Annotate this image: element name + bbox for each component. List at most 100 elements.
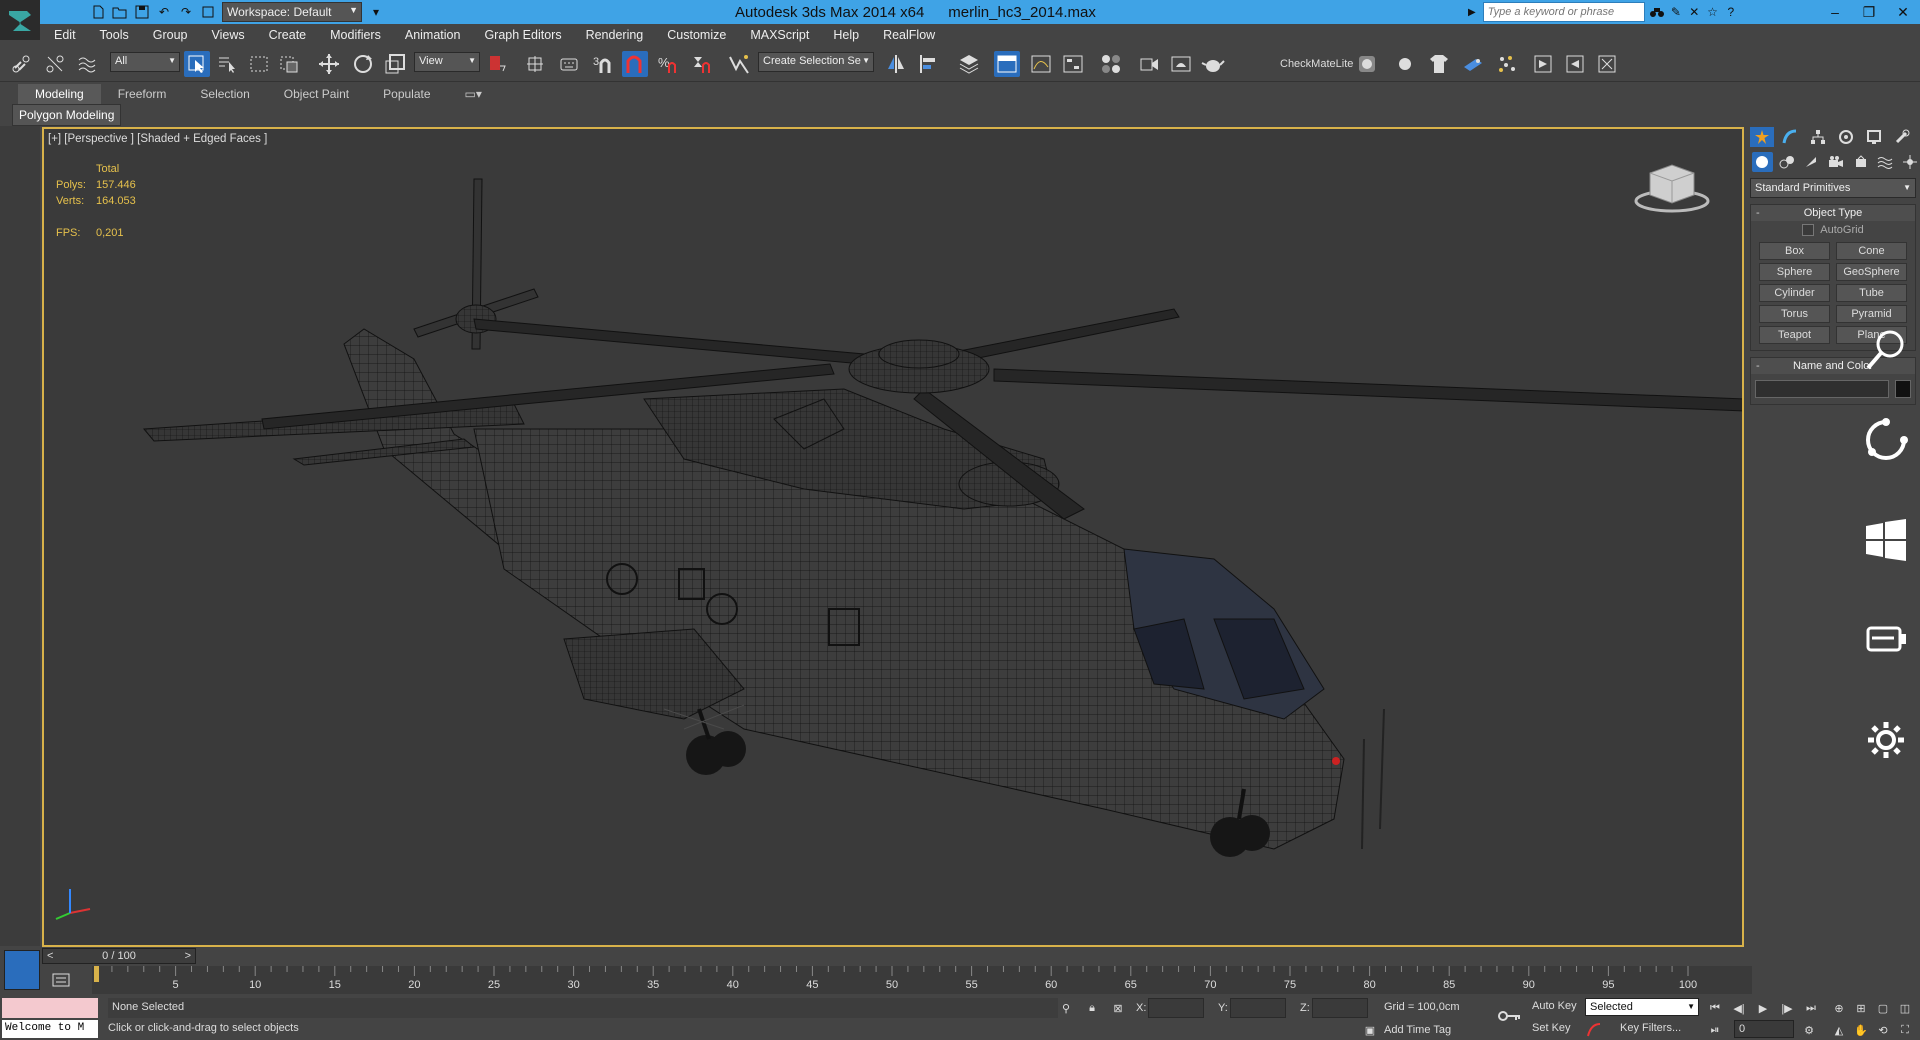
save-file-icon[interactable] (134, 4, 150, 20)
object-type-rollout-header[interactable]: - Object Type (1751, 205, 1915, 221)
spinner-snap-toggle-icon[interactable] (688, 51, 714, 77)
tools-icon[interactable]: ✎ (1669, 4, 1683, 20)
bind-to-space-warp-icon[interactable] (74, 51, 100, 77)
menu-help[interactable]: Help (821, 28, 871, 42)
reference-coordinate-dropdown[interactable]: View ▼ (414, 52, 480, 72)
tab-freeform[interactable]: Freeform (101, 84, 184, 104)
expand-arrow-icon[interactable]: ▶ (1468, 7, 1479, 18)
menu-graph-editors[interactable]: Graph Editors (472, 28, 573, 42)
display-panel-icon[interactable] (1862, 127, 1886, 147)
help-search-input[interactable] (1482, 2, 1645, 22)
tube-button[interactable]: Tube (1836, 284, 1907, 302)
select-and-rotate-icon[interactable] (350, 51, 376, 77)
add-time-tag-button[interactable]: Add Time Tag (1384, 1024, 1451, 1036)
rectangular-selection-icon[interactable] (246, 51, 272, 77)
rendered-frame-window-icon[interactable] (1168, 51, 1194, 77)
undo-icon[interactable]: ↶ (156, 4, 172, 20)
named-selection-sets-dropdown[interactable]: Create Selection Se ▼ (758, 52, 874, 72)
render-production-teapot-icon[interactable] (1200, 51, 1226, 77)
cameras-icon[interactable] (1826, 152, 1847, 172)
select-object-icon[interactable] (184, 51, 210, 77)
key-filters-button[interactable]: Key Filters... (1620, 1022, 1681, 1034)
space-warps-icon[interactable] (1875, 152, 1896, 172)
quick-access-menu-icon[interactable]: ▾ (368, 4, 384, 20)
window-crossing-icon[interactable] (276, 51, 302, 77)
utilities-panel-icon[interactable] (1890, 127, 1914, 147)
object-category-dropdown[interactable]: Standard Primitives ▼ (1750, 178, 1916, 198)
percent-snap-toggle-icon[interactable]: % (654, 51, 680, 77)
auto-key-button[interactable]: Auto Key (1532, 1000, 1577, 1012)
restore-icon[interactable]: ❐ (1852, 0, 1886, 24)
pivot-point-center-icon[interactable] (484, 51, 510, 77)
redo-icon[interactable]: ↷ (178, 4, 194, 20)
key-icon[interactable] (1498, 1008, 1522, 1024)
close-icon[interactable]: ✕ (1886, 0, 1920, 24)
geometry-icon[interactable] (1752, 152, 1773, 172)
maxscript-mini-listener[interactable]: Welcome to M (2, 1020, 98, 1038)
cone-button[interactable]: Cone (1836, 242, 1907, 260)
binoculars-icon[interactable] (1649, 4, 1665, 20)
menu-edit[interactable]: Edit (40, 28, 88, 42)
modify-panel-icon[interactable] (1778, 127, 1802, 147)
menu-modifiers[interactable]: Modifiers (318, 28, 393, 42)
shapes-icon[interactable] (1777, 152, 1798, 172)
time-slider[interactable]: < 0 / 100 > (42, 948, 196, 964)
zoom-extents-all-icon[interactable]: ◫ (1896, 1000, 1914, 1016)
tab-modeling[interactable]: Modeling (18, 84, 101, 104)
create-panel-icon[interactable] (1750, 127, 1774, 147)
perspective-viewport[interactable]: [+] [Perspective ] [Shaded + Edged Faces… (42, 127, 1744, 947)
menu-group[interactable]: Group (141, 28, 200, 42)
help-icon[interactable]: ? (1724, 4, 1738, 20)
toggle-ribbon-icon[interactable] (994, 51, 1020, 77)
realflow-emitter-icon[interactable] (1460, 51, 1486, 77)
go-to-end-icon[interactable]: ⏭ (1802, 1000, 1820, 1016)
zoom-extents-icon[interactable]: ▢ (1874, 1000, 1892, 1016)
current-frame-marker[interactable] (94, 966, 99, 982)
selection-lock-icon[interactable]: 🔒︎ (1084, 1000, 1100, 1016)
menu-create[interactable]: Create (257, 28, 319, 42)
checkmate-icon[interactable] (1354, 51, 1380, 77)
application-button[interactable] (0, 0, 40, 40)
new-file-icon[interactable] (90, 4, 106, 20)
mini-curve-editor-toggle[interactable] (4, 950, 40, 990)
workspace-dropdown[interactable]: Workspace: Default ▼ (222, 2, 362, 22)
box-button[interactable]: Box (1759, 242, 1830, 260)
snaps-toggle-3d-icon[interactable]: 3 (590, 51, 616, 77)
time-configuration-icon[interactable]: ⚙ (1800, 1022, 1818, 1038)
menu-tools[interactable]: Tools (88, 28, 141, 42)
exchange-icon[interactable]: ✕ (1687, 4, 1701, 20)
cylinder-button[interactable]: Cylinder (1759, 284, 1830, 302)
layer-manager-icon[interactable] (956, 51, 982, 77)
tab-populate[interactable]: Populate (366, 84, 447, 104)
menu-customize[interactable]: Customize (655, 28, 738, 42)
go-to-start-icon[interactable]: ⏮ (1706, 1000, 1724, 1016)
select-and-link-icon[interactable] (8, 51, 34, 77)
play-animation-icon[interactable]: ▶ (1754, 1000, 1772, 1016)
viewport-label-menu[interactable]: [+] [Perspective ] [Shaded + Edged Faces… (48, 133, 267, 145)
realflow-shirt-icon[interactable] (1426, 51, 1452, 77)
helicopter-wireframe-model[interactable] (44, 129, 1744, 947)
align-icon[interactable] (916, 51, 942, 77)
teapot-button[interactable]: Teapot (1759, 326, 1830, 344)
motion-panel-icon[interactable] (1834, 127, 1858, 147)
realflow-particles-icon[interactable] (1494, 51, 1520, 77)
curve-editor-icon[interactable] (1028, 51, 1054, 77)
ribbon-options-icon[interactable]: ▭▾ (448, 84, 499, 104)
polygon-modeling-panel-button[interactable]: Polygon Modeling (12, 104, 122, 126)
maximize-viewport-icon[interactable]: ⛶ (1896, 1022, 1914, 1038)
previous-frame-icon[interactable]: ◀| (1730, 1000, 1748, 1016)
geosphere-button[interactable]: GeoSphere (1836, 263, 1907, 281)
systems-icon[interactable] (1899, 152, 1920, 172)
material-editor-icon[interactable] (1098, 51, 1124, 77)
isolate-selection-icon[interactable]: ⚲ (1058, 1000, 1074, 1016)
select-and-manipulate-icon[interactable] (522, 51, 548, 77)
zoom-icon[interactable]: ⊕ (1830, 1000, 1848, 1016)
edit-named-selection-icon[interactable] (726, 51, 752, 77)
orbit-icon[interactable]: ⟲ (1874, 1022, 1892, 1038)
set-key-curve-icon[interactable] (1586, 1022, 1602, 1038)
maxscript-listener-pink[interactable] (2, 998, 98, 1018)
settings-charm-icon[interactable] (1846, 690, 1920, 790)
search-charm-icon[interactable] (1846, 310, 1920, 390)
menu-maxscript[interactable]: MAXScript (738, 28, 821, 42)
unlink-selection-icon[interactable] (42, 51, 68, 77)
